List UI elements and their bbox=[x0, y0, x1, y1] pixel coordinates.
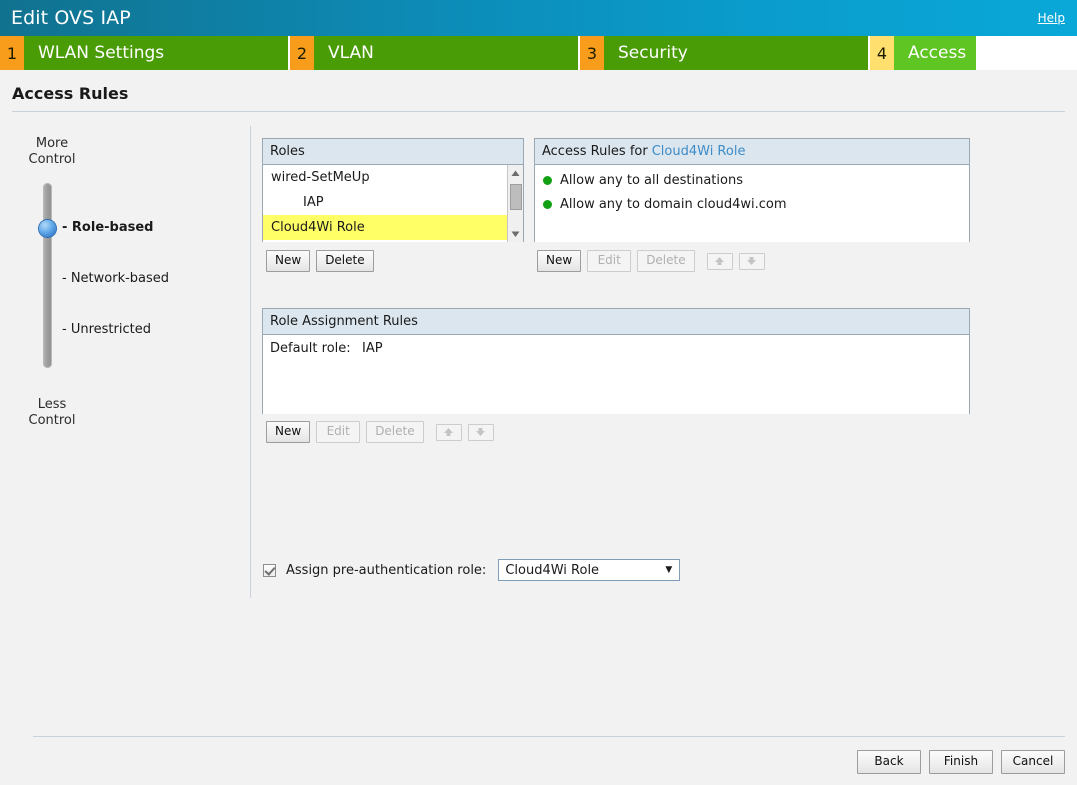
role-assignment-edit-button: Edit bbox=[316, 421, 361, 443]
access-rules-move-down-button bbox=[738, 252, 765, 270]
back-button[interactable]: Back bbox=[857, 750, 921, 774]
slider-option-unrestricted[interactable]: - Unrestricted bbox=[62, 322, 151, 337]
access-rule-row[interactable]: Allow any to all destinations bbox=[535, 168, 969, 192]
slider-option-role-based[interactable]: - Role-based bbox=[62, 220, 153, 235]
assign-preauth-role-checkbox[interactable] bbox=[263, 563, 276, 577]
window-title-bar: Edit OVS IAP Help bbox=[0, 0, 1077, 36]
assign-preauth-role-label: Assign pre-authentication role: bbox=[286, 562, 487, 578]
slider-top-caption: More Control bbox=[2, 136, 102, 168]
role-assignment-move-up-button bbox=[435, 423, 462, 441]
arrow-up-icon bbox=[444, 427, 454, 436]
status-dot-icon bbox=[543, 199, 552, 209]
access-rule-row[interactable]: Allow any to domain cloud4wi.com bbox=[535, 192, 969, 216]
slider-top-caption-line1: More bbox=[35, 136, 69, 151]
wizard-step-label: Security bbox=[604, 36, 868, 70]
wizard-step-number: 4 bbox=[870, 36, 894, 70]
help-link[interactable]: Help bbox=[1038, 11, 1065, 25]
role-assignment-panel-buttons: New Edit Delete bbox=[266, 421, 500, 443]
roles-panel-header: Roles bbox=[263, 139, 523, 165]
access-rules-edit-button: Edit bbox=[587, 250, 632, 272]
roles-list-scrollbar[interactable] bbox=[507, 165, 523, 242]
slider-option-network-based[interactable]: - Network-based bbox=[62, 271, 169, 286]
wizard-step-number: 2 bbox=[290, 36, 314, 70]
footer-divider bbox=[33, 736, 1065, 737]
arrow-down-icon bbox=[747, 256, 757, 265]
wizard-step-vlan[interactable]: 2 VLAN bbox=[290, 36, 580, 70]
arrow-up-icon bbox=[715, 256, 725, 265]
access-rules-panel-header: Access Rules for Cloud4Wi Role bbox=[535, 139, 969, 165]
access-rule-text: Allow any to all destinations bbox=[560, 172, 743, 188]
roles-delete-button[interactable]: Delete bbox=[316, 250, 374, 272]
access-rules-delete-button: Delete bbox=[637, 250, 695, 272]
heading-divider bbox=[12, 111, 1065, 112]
slider-track[interactable] bbox=[43, 183, 52, 368]
access-rules-header-prefix: Access Rules for bbox=[542, 144, 648, 159]
role-assignment-delete-button: Delete bbox=[366, 421, 424, 443]
role-assignment-list[interactable]: Default role: IAP bbox=[263, 335, 969, 414]
page-title: Access Rules bbox=[12, 84, 129, 103]
edit-ovs-iap-window: Edit OVS IAP Help 1 WLAN Settings 2 VLAN… bbox=[0, 0, 1077, 785]
roles-panel: Roles wired-SetMeUp IAP Cloud4Wi Role bbox=[262, 138, 524, 242]
role-assignment-row-label: Default role: bbox=[270, 340, 351, 356]
status-dot-icon bbox=[543, 175, 552, 185]
slider-bottom-caption-line2: Control bbox=[28, 413, 76, 428]
pre-authentication-role-row: Assign pre-authentication role: Cloud4Wi… bbox=[263, 559, 681, 581]
access-rules-panel-buttons: New Edit Delete bbox=[537, 250, 771, 272]
roles-list-item[interactable]: IAP bbox=[263, 190, 523, 215]
wizard-step-access[interactable]: 4 Access bbox=[870, 36, 977, 70]
role-assignment-rules-panel: Role Assignment Rules Default role: IAP bbox=[262, 308, 970, 414]
wizard-step-label: Access bbox=[894, 36, 977, 70]
scrollbar-thumb[interactable] bbox=[510, 184, 522, 210]
wizard-step-label: VLAN bbox=[314, 36, 578, 70]
wizard-step-number: 1 bbox=[0, 36, 24, 70]
slider-handle[interactable] bbox=[39, 220, 56, 237]
wizard-step-label: WLAN Settings bbox=[24, 36, 288, 70]
access-rules-header-role: Cloud4Wi Role bbox=[651, 144, 746, 159]
slider-bottom-caption-line1: Less bbox=[37, 397, 67, 412]
access-control-slider: More Control - Role-based - Network-base… bbox=[0, 126, 250, 598]
scroll-up-icon[interactable] bbox=[508, 165, 523, 181]
slider-column-divider bbox=[250, 126, 251, 598]
slider-top-caption-line2: Control bbox=[28, 152, 76, 167]
roles-list[interactable]: wired-SetMeUp IAP Cloud4Wi Role bbox=[263, 165, 523, 242]
access-rules-new-button[interactable]: New bbox=[537, 250, 582, 272]
window-title: Edit OVS IAP bbox=[11, 6, 131, 29]
role-assignment-move-down-button bbox=[467, 423, 494, 441]
wizard-step-security[interactable]: 3 Security bbox=[580, 36, 870, 70]
access-rules-list[interactable]: Allow any to all destinations Allow any … bbox=[535, 165, 969, 242]
footer-buttons: Back Finish Cancel bbox=[849, 750, 1065, 774]
roles-panel-buttons: New Delete bbox=[266, 250, 380, 272]
wizard-step-wlan-settings[interactable]: 1 WLAN Settings bbox=[0, 36, 290, 70]
access-rules-move-up-button bbox=[706, 252, 733, 270]
role-assignment-row-value: IAP bbox=[362, 340, 383, 356]
role-assignment-panel-header: Role Assignment Rules bbox=[263, 309, 969, 335]
arrow-down-icon bbox=[476, 427, 486, 436]
roles-list-item-selected[interactable]: Cloud4Wi Role bbox=[263, 215, 523, 240]
finish-button[interactable]: Finish bbox=[929, 750, 993, 774]
role-assignment-new-button[interactable]: New bbox=[266, 421, 311, 443]
cancel-button[interactable]: Cancel bbox=[1001, 750, 1065, 774]
role-assignment-row[interactable]: Default role: IAP bbox=[263, 335, 969, 361]
scroll-down-icon[interactable] bbox=[508, 226, 523, 242]
wizard-step-bar: 1 WLAN Settings 2 VLAN 3 Security 4 Acce… bbox=[0, 36, 1077, 70]
roles-list-item[interactable]: wired-SetMeUp bbox=[263, 165, 523, 190]
preauth-role-select-value: Cloud4Wi Role bbox=[505, 562, 600, 578]
chevron-down-icon: ▼ bbox=[665, 565, 673, 575]
access-rules-panel: Access Rules for Cloud4Wi Role Allow any… bbox=[534, 138, 970, 242]
slider-bottom-caption: Less Control bbox=[2, 397, 102, 429]
access-rule-text: Allow any to domain cloud4wi.com bbox=[560, 196, 787, 212]
roles-new-button[interactable]: New bbox=[266, 250, 311, 272]
preauth-role-select[interactable]: Cloud4Wi Role ▼ bbox=[498, 559, 681, 581]
wizard-step-number: 3 bbox=[580, 36, 604, 70]
